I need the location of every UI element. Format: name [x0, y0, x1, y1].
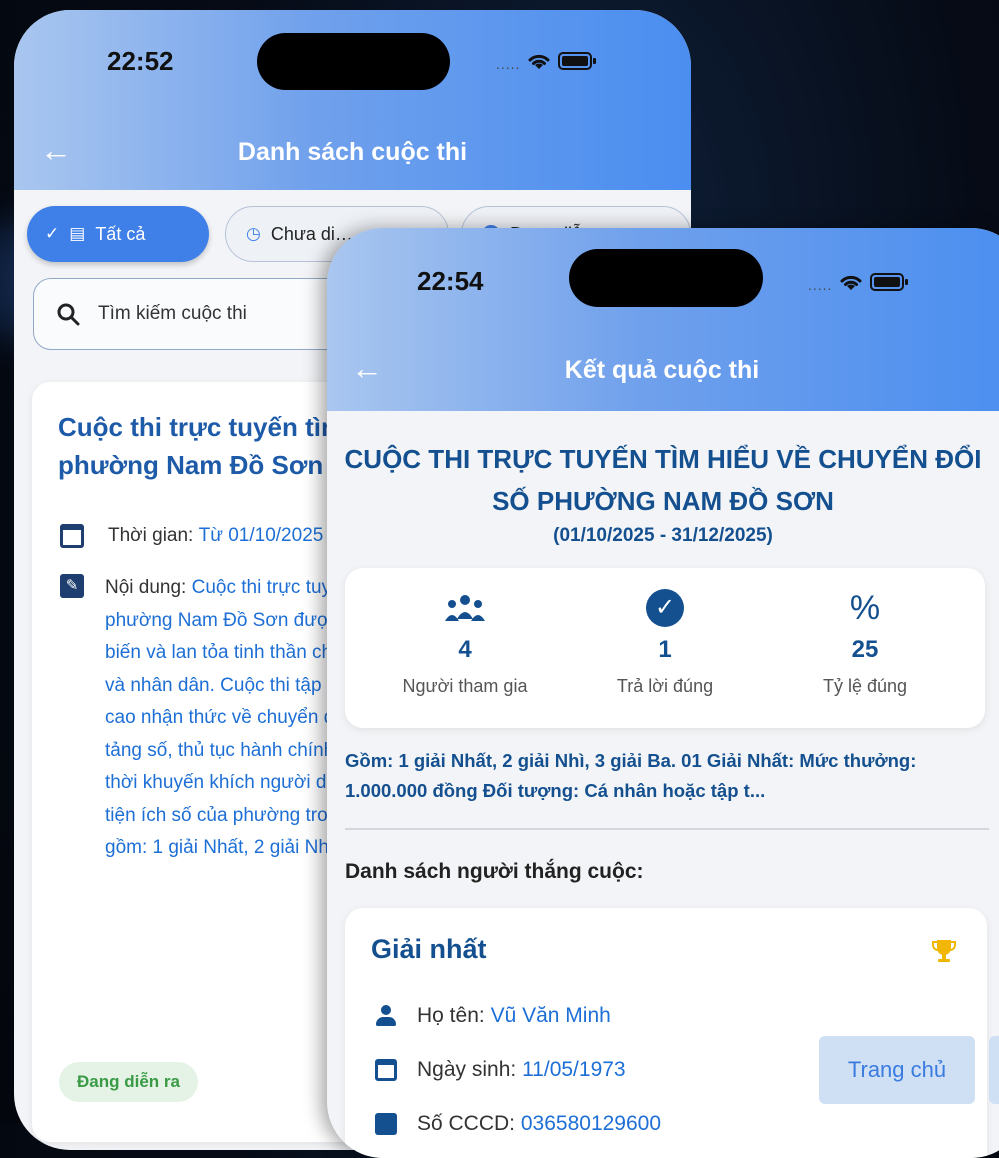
- status-icons: .....: [496, 50, 597, 72]
- stat-label: Người tham gia: [402, 676, 528, 696]
- winner-card: Giải nhất Họ tên: Vũ Văn Minh Ngày sinh:…: [345, 908, 987, 1158]
- edit-icon: ✎: [60, 574, 84, 598]
- stat-value: 25: [851, 636, 879, 663]
- stats-card: 4 Người tham gia ✓ 1 Trả lời đúng % 25 T…: [345, 568, 985, 728]
- stat-label: Trả lời đúng: [616, 676, 714, 696]
- status-time: 22:52: [107, 46, 174, 76]
- filter-chip-all[interactable]: ✓ ▤ Tất cả: [27, 206, 209, 262]
- winner-dob: 11/05/1973: [522, 1058, 626, 1081]
- list-icon: ▤: [69, 224, 86, 243]
- contest-title: CUỘC THI TRỰC TUYẾN TÌM HIỂU VỀ CHUYỂN Đ…: [344, 444, 982, 516]
- winner-id-row: Số CCCD: 036580129600: [375, 1112, 661, 1136]
- app-header: 22:52 ..... ← Danh sách cuộc thi: [14, 10, 691, 190]
- wifi-icon: [840, 275, 862, 290]
- search-placeholder: Tìm kiếm cuộc thi: [98, 303, 247, 324]
- stat-correct: ✓ 1 Trả lời đúng: [565, 586, 765, 697]
- percent-icon: %: [849, 588, 881, 627]
- prize-description: Gồm: 1 giải Nhất, 2 giải Nhì, 3 giải Ba.…: [345, 750, 917, 801]
- time-label: Thời gian:: [108, 525, 194, 546]
- trophy-icon: [932, 940, 956, 962]
- winners-heading: Danh sách người thắng cuộc:: [345, 860, 644, 883]
- filter-chip-label: Tất cả: [95, 223, 146, 244]
- signal-dots: .....: [496, 56, 521, 72]
- signal-dots: .....: [808, 277, 833, 293]
- name-label: Họ tên:: [417, 1004, 485, 1027]
- dynamic-island: [257, 33, 450, 90]
- contest-result-screen: 22:54 ..... ← Kết quả cuộc thi CUỘC THI …: [327, 228, 999, 1158]
- search-icon: [57, 303, 80, 326]
- stat-rate: % 25 Tỷ lệ đúng: [765, 586, 965, 697]
- battery-icon: [558, 52, 597, 70]
- calendar-icon: [375, 1059, 397, 1081]
- winner-name: Vũ Văn Minh: [490, 1004, 611, 1027]
- id-card-icon: [375, 1113, 397, 1135]
- battery-icon: [870, 273, 909, 291]
- person-icon: [375, 1005, 397, 1027]
- calendar-icon: [60, 524, 84, 548]
- stat-value: 4: [458, 636, 472, 663]
- page-title: Danh sách cuộc thi: [237, 138, 468, 166]
- status-badge: Đang diễn ra: [59, 1062, 198, 1102]
- page-title: Kết quả cuộc thi: [564, 356, 760, 384]
- content-icon-row: ✎: [60, 570, 108, 598]
- app-header: 22:54 ..... ← Kết quả cuộc thi: [327, 228, 999, 411]
- winner-id: 036580129600: [520, 1112, 662, 1135]
- stat-value: 1: [658, 636, 672, 663]
- contest-period: (01/10/2025 - 31/12/2025): [553, 525, 773, 546]
- secondary-button[interactable]: [989, 1036, 999, 1104]
- dynamic-island: [569, 249, 763, 307]
- content-label: Nội dung:: [105, 577, 187, 598]
- id-label: Số CCCD:: [417, 1112, 516, 1135]
- winner-name-row: Họ tên: Vũ Văn Minh: [375, 1004, 611, 1028]
- prize-title: Giải nhất: [371, 934, 487, 964]
- divider: [345, 828, 989, 830]
- clock-icon: ◷: [246, 224, 261, 243]
- people-icon: [365, 586, 565, 630]
- home-button[interactable]: Trang chủ: [819, 1036, 975, 1104]
- check-icon: ✓: [45, 224, 60, 243]
- dob-label: Ngày sinh:: [417, 1058, 517, 1081]
- check-circle-icon: ✓: [646, 589, 684, 627]
- status-icons: .....: [808, 271, 909, 293]
- stat-label: Tỷ lệ đúng: [822, 676, 908, 696]
- wifi-icon: [528, 54, 550, 69]
- status-time: 22:54: [417, 266, 484, 296]
- stat-participants: 4 Người tham gia: [365, 586, 565, 697]
- winner-dob-row: Ngày sinh: 11/05/1973: [375, 1058, 626, 1082]
